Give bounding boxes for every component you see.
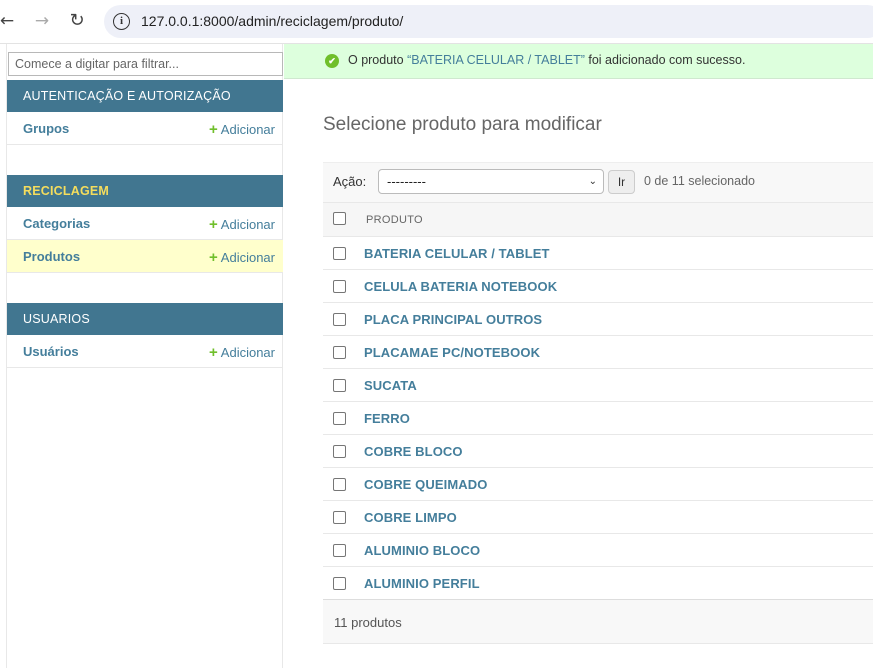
add-produto-link[interactable]: + Adicionar	[209, 249, 275, 266]
row-checkbox[interactable]	[333, 379, 346, 392]
success-text: O produto “BATERIA CELULAR / TABLET” foi…	[348, 53, 745, 67]
table-body: BATERIA CELULAR / TABLET CELULA BATERIA N…	[323, 237, 873, 600]
product-link[interactable]: PLACAMAE PC/NOTEBOOK	[364, 345, 540, 360]
table-row: BATERIA CELULAR / TABLET	[323, 237, 873, 270]
row-checkbox[interactable]	[333, 445, 346, 458]
module-header-reciclagem[interactable]: RECICLAGEM	[7, 175, 283, 207]
table-row: SUCATA	[323, 369, 873, 402]
sidebar-item-produtos: Produtos + Adicionar	[7, 240, 283, 273]
message-suffix: foi adicionado com sucesso.	[584, 53, 746, 67]
row-checkbox[interactable]	[333, 544, 346, 557]
add-link-label: Adicionar	[220, 345, 275, 360]
check-icon: ✔	[325, 54, 339, 68]
product-link[interactable]: COBRE QUEIMADO	[364, 477, 487, 492]
sidebar-item-categorias: Categorias + Adicionar	[7, 207, 283, 240]
plus-icon: +	[209, 216, 218, 233]
product-link[interactable]: FERRO	[364, 411, 410, 426]
address-bar[interactable]: i 127.0.0.1:8000/admin/reciclagem/produt…	[104, 5, 873, 38]
table-row: CELULA BATERIA NOTEBOOK	[323, 270, 873, 303]
row-checkbox[interactable]	[333, 577, 346, 590]
table-header: PRODUTO	[323, 202, 873, 237]
url-text[interactable]: 127.0.0.1:8000/admin/reciclagem/produto/	[141, 13, 403, 29]
select-all-checkbox[interactable]	[333, 212, 346, 225]
product-link[interactable]: SUCATA	[364, 378, 417, 393]
message-object: “BATERIA CELULAR / TABLET”	[407, 53, 585, 67]
selection-counter: 0 de 11 selecionado	[644, 174, 755, 188]
forward-arrow-icon[interactable]: →	[31, 10, 53, 32]
back-arrow-icon[interactable]: ←	[0, 10, 18, 32]
product-link[interactable]: PLACA PRINCIPAL OUTROS	[364, 312, 542, 327]
row-checkbox[interactable]	[333, 247, 346, 260]
plus-icon: +	[209, 121, 218, 138]
browser-toolbar: ← → ↻ i 127.0.0.1:8000/admin/reciclagem/…	[0, 0, 873, 44]
table-row: ALUMINIO PERFIL	[323, 567, 873, 600]
actions-bar: Ação: --------- ⌄ Ir 0 de 11 selecionado	[323, 162, 873, 202]
table-row: PLACA PRINCIPAL OUTROS	[323, 303, 873, 336]
add-link-label: Adicionar	[220, 250, 275, 265]
product-link[interactable]: COBRE LIMPO	[364, 510, 457, 525]
go-button[interactable]: Ir	[608, 170, 635, 194]
table-row: ALUMINIO BLOCO	[323, 534, 873, 567]
row-checkbox[interactable]	[333, 280, 346, 293]
sidebar-item-label[interactable]: Usuários	[23, 344, 79, 359]
add-link-label: Adicionar	[220, 122, 275, 137]
sidebar-item-usuarios: Usuários + Adicionar	[7, 335, 283, 368]
product-link[interactable]: ALUMINIO PERFIL	[364, 576, 480, 591]
product-link[interactable]: CELULA BATERIA NOTEBOOK	[364, 279, 557, 294]
column-header-produto[interactable]: PRODUTO	[366, 214, 423, 226]
chevron-down-icon: ⌄	[588, 176, 597, 187]
product-link[interactable]: COBRE BLOCO	[364, 444, 463, 459]
row-checkbox[interactable]	[333, 511, 346, 524]
sidebar-item-label[interactable]: Grupos	[23, 121, 69, 136]
sidebar-item-grupos: Grupos + Adicionar	[7, 112, 283, 145]
add-categoria-link[interactable]: + Adicionar	[209, 216, 275, 233]
add-usuario-link[interactable]: + Adicionar	[209, 344, 275, 361]
plus-icon: +	[209, 344, 218, 361]
row-checkbox[interactable]	[333, 346, 346, 359]
add-link-label: Adicionar	[220, 217, 275, 232]
product-link[interactable]: ALUMINIO BLOCO	[364, 543, 480, 558]
module-header-usuarios[interactable]: USUARIOS	[7, 303, 283, 335]
success-message: ✔ O produto “BATERIA CELULAR / TABLET” f…	[284, 44, 873, 79]
result-count: 11 produtos	[334, 615, 402, 630]
action-label: Ação:	[333, 174, 367, 189]
table-row: COBRE QUEIMADO	[323, 468, 873, 501]
paginator: 11 produtos	[323, 599, 873, 644]
page-title: Selecione produto para modificar	[323, 114, 602, 135]
table-row: PLACAMAE PC/NOTEBOOK	[323, 336, 873, 369]
sidebar-filter-input[interactable]	[8, 52, 283, 76]
table-row: FERRO	[323, 402, 873, 435]
message-prefix: O produto	[348, 53, 408, 67]
reload-icon[interactable]: ↻	[66, 10, 88, 32]
action-select[interactable]: --------- ⌄	[378, 169, 604, 194]
module-header-auth[interactable]: AUTENTICAÇÃO E AUTORIZAÇÃO	[7, 80, 283, 112]
row-checkbox[interactable]	[333, 412, 346, 425]
sidebar-item-label[interactable]: Produtos	[23, 249, 80, 264]
row-checkbox[interactable]	[333, 313, 346, 326]
add-grupo-link[interactable]: + Adicionar	[209, 121, 275, 138]
nav-sidebar: AUTENTICAÇÃO E AUTORIZAÇÃO Grupos +Adici…	[6, 44, 283, 668]
result-list: PRODUTO BATERIA CELULAR / TABLET CELULA B…	[323, 202, 873, 600]
sidebar-item-label[interactable]: Categorias	[23, 216, 90, 231]
info-icon[interactable]: i	[113, 13, 130, 30]
plus-icon: +	[209, 249, 218, 266]
row-checkbox[interactable]	[333, 478, 346, 491]
table-row: COBRE BLOCO	[323, 435, 873, 468]
table-row: COBRE LIMPO	[323, 501, 873, 534]
action-select-value: ---------	[387, 174, 426, 189]
product-link[interactable]: BATERIA CELULAR / TABLET	[364, 246, 550, 261]
